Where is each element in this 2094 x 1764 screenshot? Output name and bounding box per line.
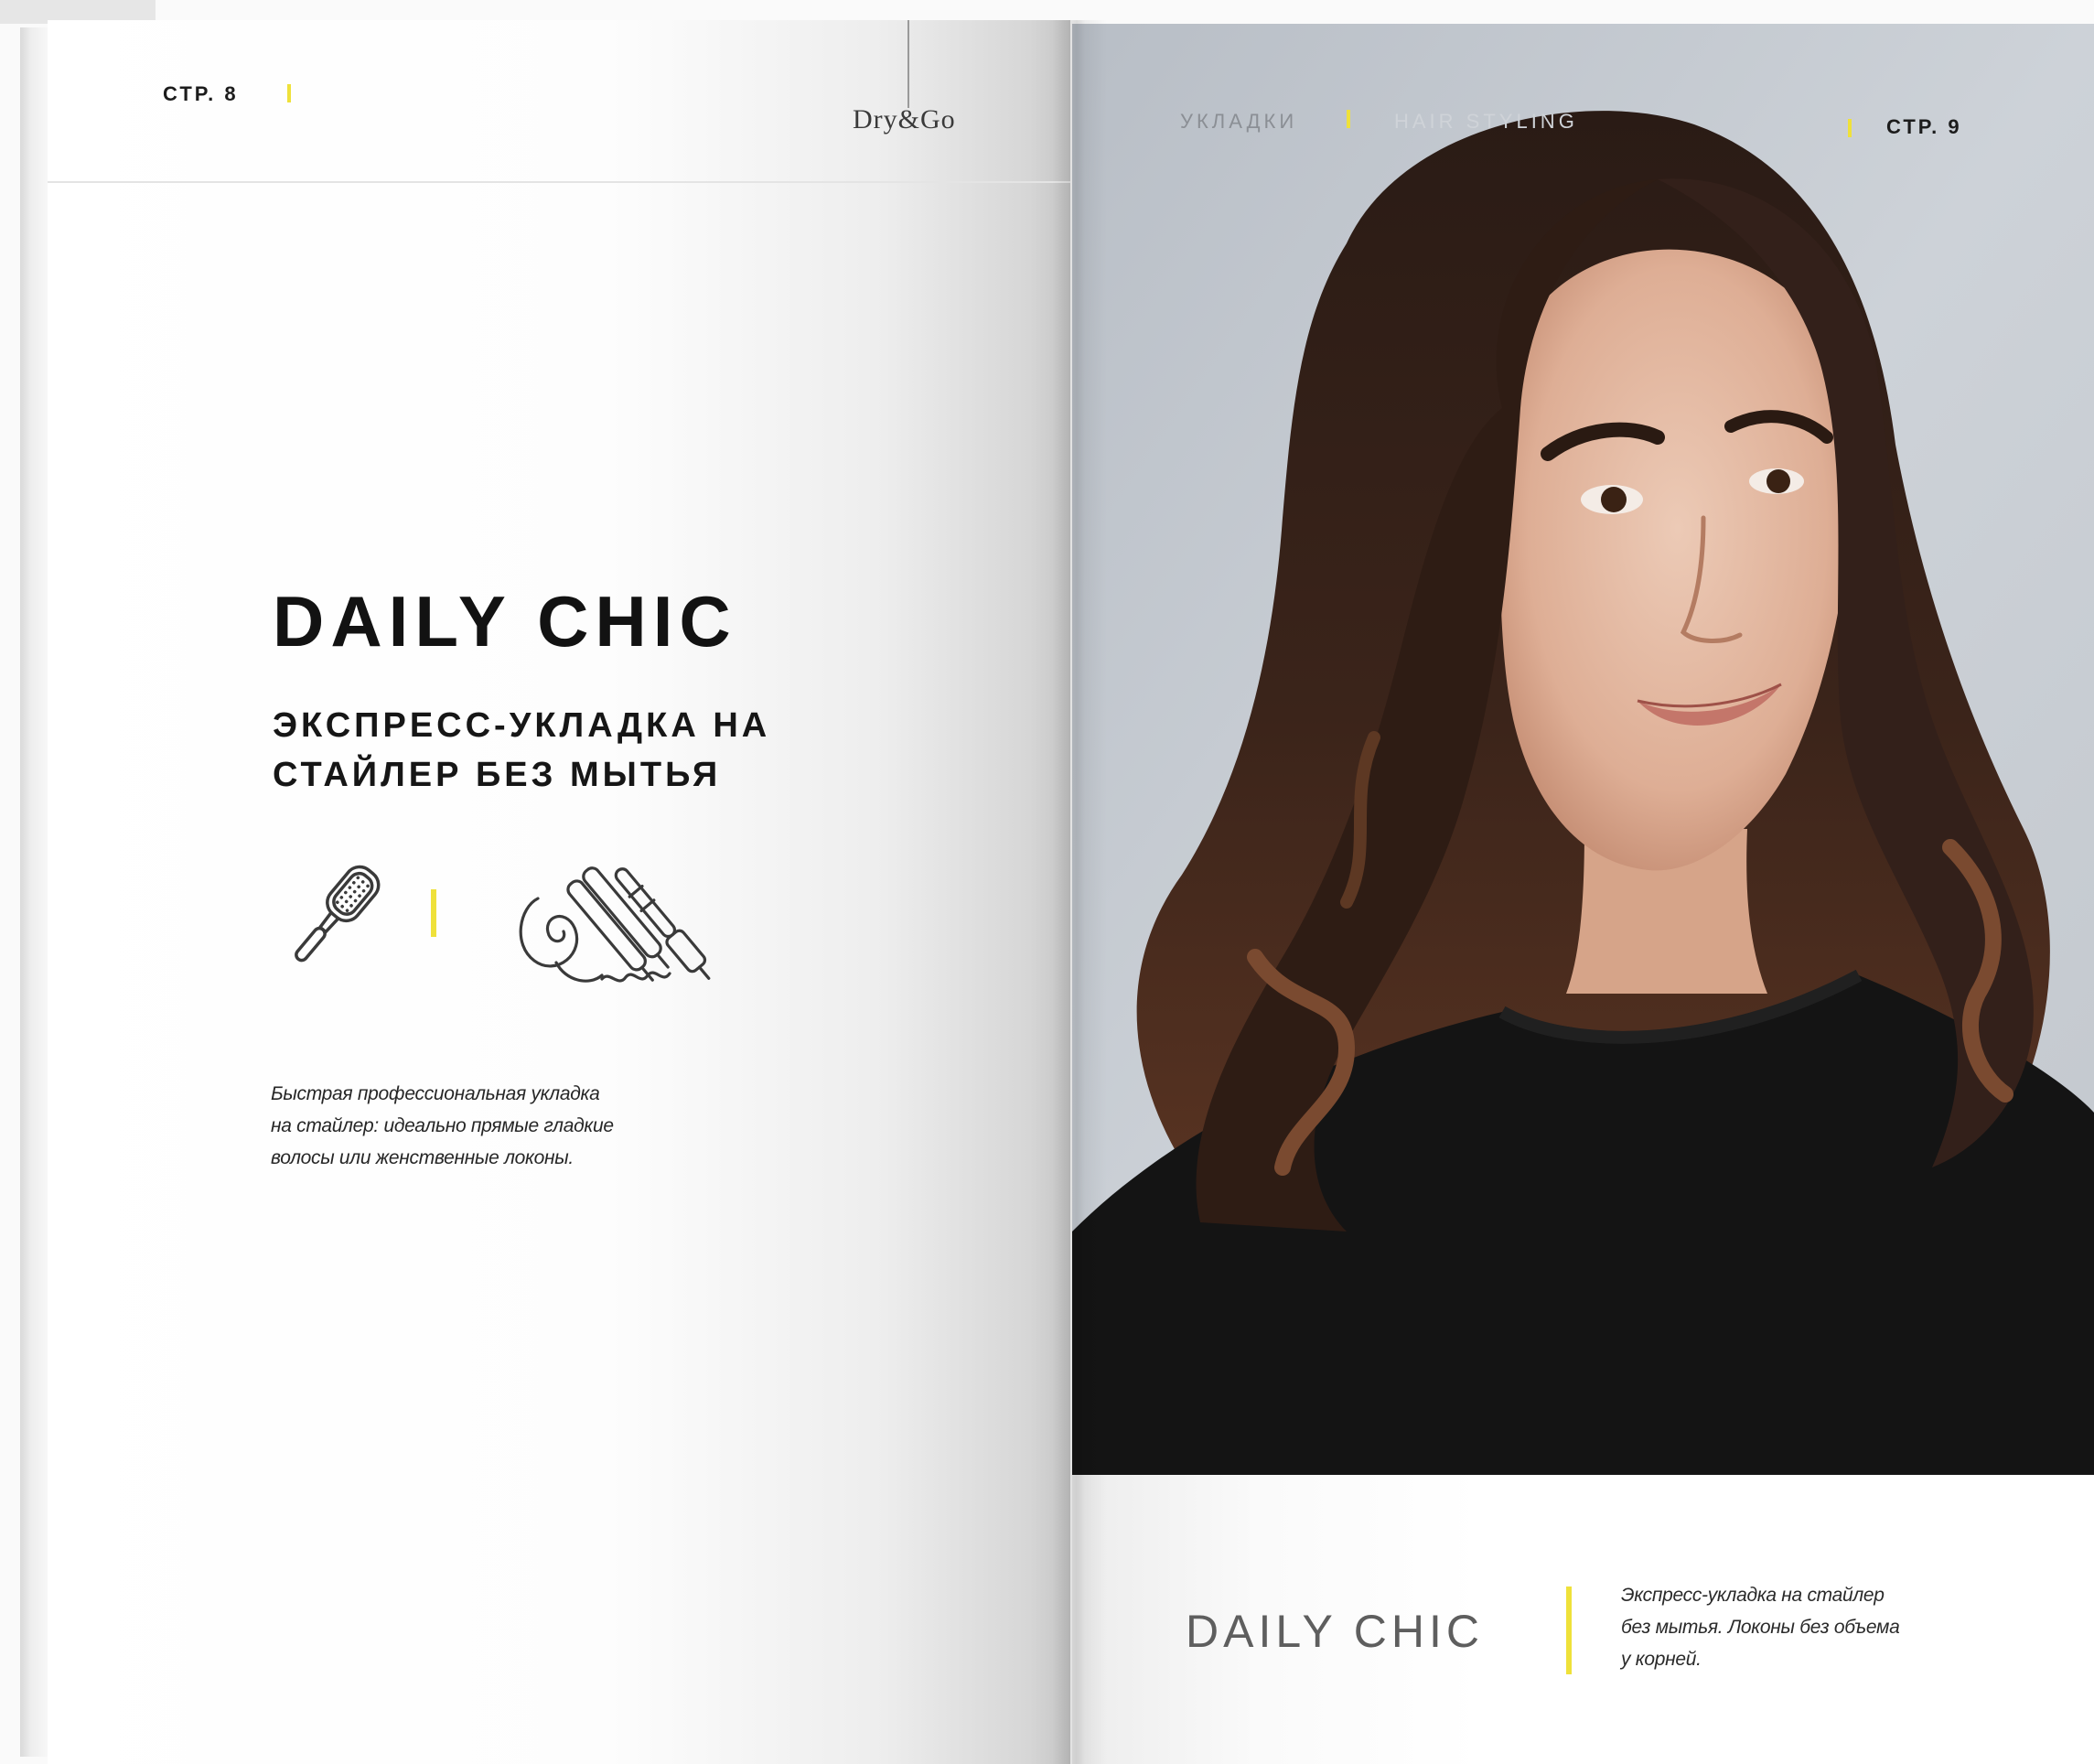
- logo-hanger-line: [907, 20, 909, 108]
- caption-line: без мытья. Локоны без объема: [1621, 1617, 1900, 1638]
- magazine-spread: СТР. 8 Dry&Go DAILY CHIC ЭКСПРЕСС-УКЛАДК…: [0, 0, 2094, 1764]
- icon-divider: [431, 889, 436, 937]
- page-title: DAILY CHIC: [273, 581, 737, 662]
- page-number-left: СТР. 8: [163, 82, 239, 105]
- subtitle-line: СТАЙЛЕР БЕЗ МЫТЬЯ: [273, 756, 722, 794]
- styling-tools-icon: [501, 844, 721, 1004]
- subtitle-line: ЭКСПРЕСС-УКЛАДКА НА: [273, 706, 771, 745]
- page-description: Быстрая профессиональная укладка на стай…: [271, 1078, 746, 1174]
- description-line: волосы или женственные локоны.: [271, 1147, 574, 1168]
- right-page: УКЛАДКИ HAIR STYLING СТР. 9 DAILY CHIC Э…: [1072, 24, 2094, 1764]
- page-number-right: СТР. 9: [1886, 115, 1962, 138]
- description-line: Быстрая профессиональная укладка: [271, 1083, 600, 1104]
- page-subtitle: ЭКСПРЕСС-УКЛАДКА НА СТАЙЛЕР БЕЗ МЫТЬЯ: [273, 701, 770, 800]
- portrait-photo: [1072, 24, 2094, 1475]
- page-stack-edge: [20, 27, 48, 1757]
- caption-line: у корней.: [1621, 1649, 1702, 1670]
- header-divider-right: [1347, 110, 1350, 128]
- caption-title: DAILY CHIC: [1186, 1606, 1485, 1657]
- header-divider-page: [1848, 119, 1852, 137]
- caption-area: DAILY CHIC Экспресс-укладка на стайлер б…: [1072, 1475, 2094, 1764]
- caption-text: Экспресс-укладка на стайлер без мытья. Л…: [1621, 1579, 2005, 1675]
- description-line: на стайлер: идеально прямые гладкие: [271, 1115, 614, 1136]
- left-page: СТР. 8 Dry&Go DAILY CHIC ЭКСПРЕСС-УКЛАДК…: [48, 20, 1070, 1764]
- header-divider-left: [287, 84, 291, 102]
- hairbrush-icon: [271, 853, 399, 985]
- section-label-en: HAIR STYLING: [1394, 110, 1578, 133]
- section-label-ru: УКЛАДКИ: [1180, 110, 1298, 133]
- brand-logo: Dry&Go: [853, 104, 956, 134]
- caption-line: Экспресс-укладка на стайлер: [1621, 1585, 1885, 1606]
- caption-divider: [1566, 1587, 1572, 1674]
